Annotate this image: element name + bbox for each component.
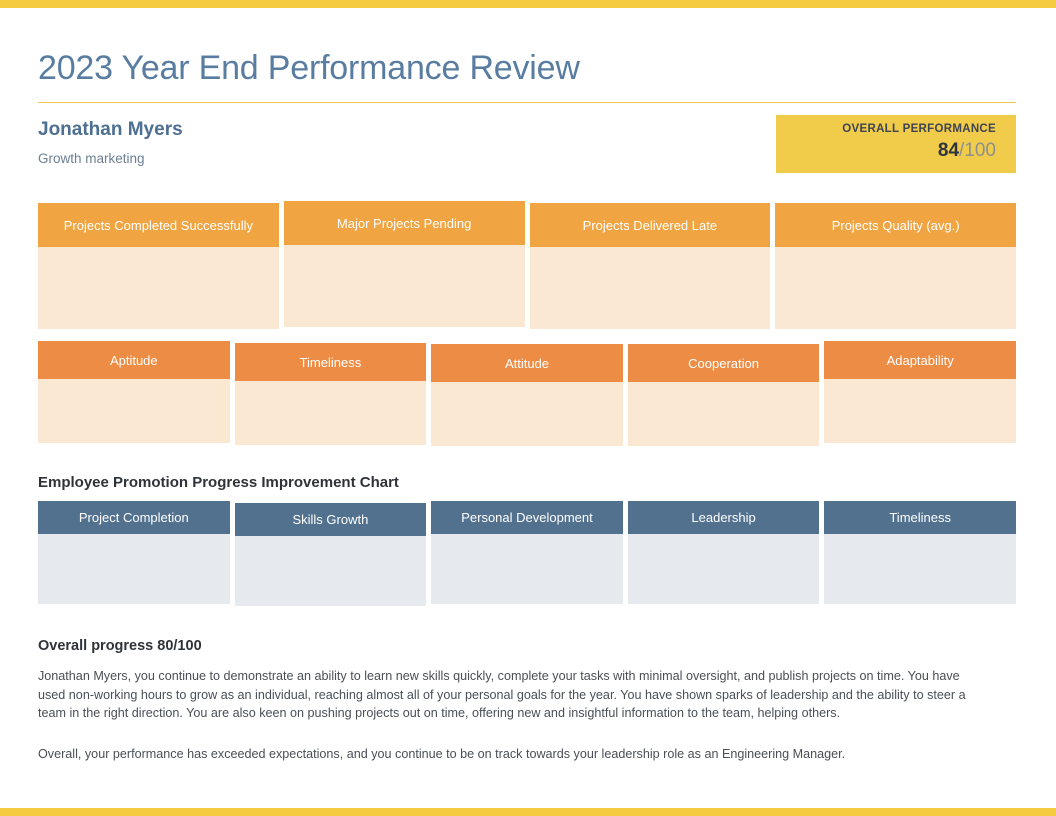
growth-card-skills-growth: Skills Growth — [234, 503, 427, 607]
metric-card-timeliness: Timeliness — [234, 343, 427, 446]
growth-card-leadership: Leadership — [627, 501, 820, 605]
growth-card-body — [38, 534, 230, 605]
growth-card-body — [234, 536, 427, 607]
metric-card-header: Cooperation — [627, 344, 820, 383]
growth-card-header: Timeliness — [824, 501, 1016, 535]
growth-card-personal-development: Personal Development — [431, 501, 623, 605]
growth-card-body — [627, 534, 820, 605]
metric-card-body — [38, 379, 230, 444]
metric-card-body — [38, 247, 279, 330]
employee-identity-row: Jonathan Myers Growth marketing OVERALL … — [38, 115, 1016, 177]
growth-card-project-completion: Project Completion — [38, 501, 230, 605]
metric-card-major-projects-pending: Major Projects Pending — [283, 201, 525, 328]
growth-card-body — [824, 534, 1016, 605]
overall-performance-value: 84/100 — [776, 137, 996, 162]
growth-card-timeliness: Timeliness — [824, 501, 1016, 605]
metric-card-header: Projects Delivered Late — [529, 203, 771, 248]
metric-card-header: Attitude — [431, 344, 623, 383]
metric-card-cooperation: Cooperation — [627, 344, 820, 447]
growth-metrics-row: Project Completion Skills Growth Persona… — [38, 501, 1016, 607]
page-content: 2023 Year End Performance Review Jonatha… — [38, 8, 1016, 763]
summary-paragraph-2: Overall, your performance has exceeded e… — [38, 746, 846, 761]
metric-card-projects-quality: Projects Quality (avg.) — [775, 203, 1016, 330]
metric-card-body — [529, 247, 771, 330]
metric-card-body — [234, 381, 427, 446]
metric-card-body — [283, 245, 525, 328]
overall-performance-badge: OVERALL PERFORMANCE 84/100 — [776, 115, 1016, 174]
top-accent-bar — [0, 0, 1056, 8]
metric-card-header: Projects Completed Successfully — [38, 203, 279, 248]
title-divider — [38, 102, 1016, 104]
metric-card-adaptability: Adaptability — [824, 341, 1016, 444]
growth-card-header: Skills Growth — [234, 503, 427, 537]
metric-card-header: Major Projects Pending — [283, 201, 525, 246]
overall-score-max: /100 — [959, 140, 996, 162]
growth-card-body — [431, 534, 623, 605]
metric-card-header: Projects Quality (avg.) — [775, 203, 1016, 248]
overall-score-number: 84 — [937, 140, 960, 162]
performance-review-page: 2023 Year End Performance Review Jonatha… — [0, 0, 1056, 816]
summary-paragraph-1: Jonathan Myers, you continue to demonstr… — [38, 669, 966, 721]
chart-section-title: Employee Promotion Progress Improvement … — [38, 474, 399, 492]
growth-card-header: Leadership — [627, 501, 820, 535]
growth-card-header: Project Completion — [38, 501, 230, 535]
metric-card-body — [824, 379, 1016, 444]
page-title: 2023 Year End Performance Review — [38, 49, 580, 87]
metric-card-body — [775, 247, 1016, 330]
overall-progress-title: Overall progress 80/100 — [38, 638, 202, 655]
projects-metrics-row: Projects Completed Successfully Major Pr… — [38, 201, 1016, 330]
overall-performance-label: OVERALL PERFORMANCE — [842, 123, 996, 136]
traits-metrics-row: Aptitude Timeliness Attitude Cooperation… — [38, 341, 1016, 447]
metric-card-projects-delivered-late: Projects Delivered Late — [529, 203, 771, 330]
metric-card-header: Adaptability — [824, 341, 1016, 380]
metric-card-attitude: Attitude — [431, 344, 623, 447]
metric-card-header: Timeliness — [234, 343, 427, 382]
bottom-accent-bar — [0, 808, 1056, 816]
metric-card-header: Aptitude — [38, 341, 230, 380]
metric-card-projects-completed: Projects Completed Successfully — [38, 203, 279, 330]
metric-card-body — [627, 382, 820, 447]
metric-card-body — [431, 382, 623, 447]
summary-section: Overall progress 80/100 Jonathan Myers, … — [38, 606, 1016, 763]
metric-card-aptitude: Aptitude — [38, 341, 230, 444]
growth-card-header: Personal Development — [431, 501, 623, 535]
